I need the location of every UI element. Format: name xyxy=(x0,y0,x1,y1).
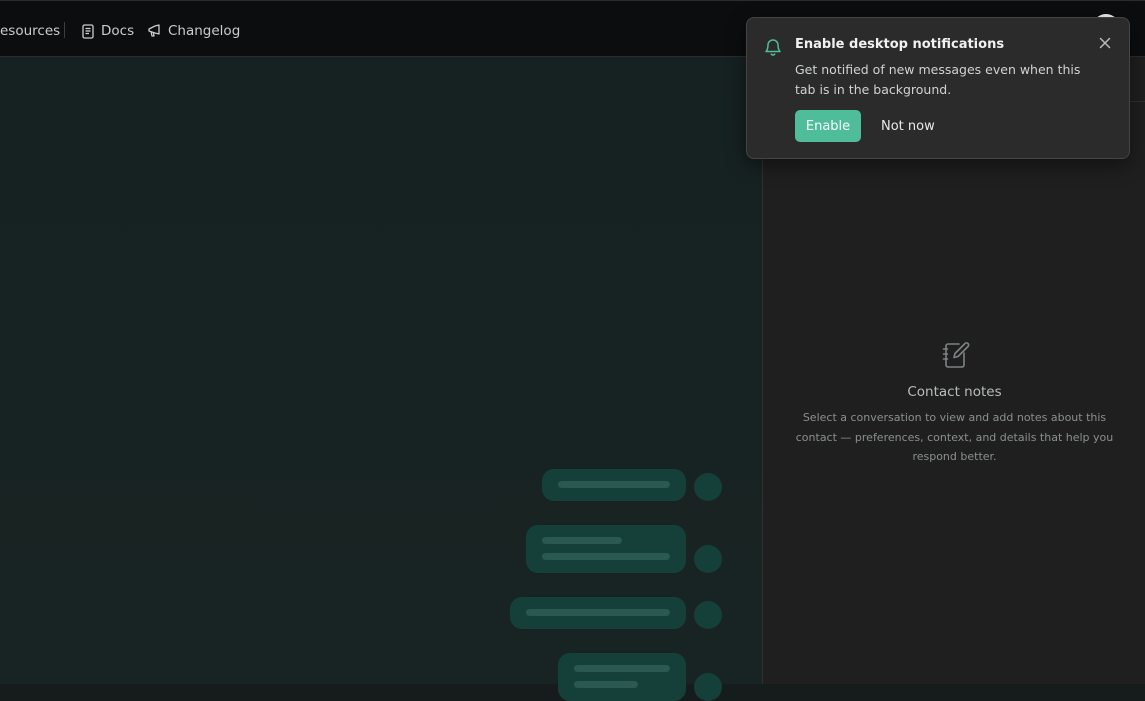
nav-resources-label: esources xyxy=(0,23,61,39)
avatar-placeholder xyxy=(694,473,722,501)
notification-title: Enable desktop notifications xyxy=(795,37,1005,52)
nav-changelog-link[interactable]: Changelog xyxy=(147,21,240,41)
nav-resources-link[interactable]: esources xyxy=(0,21,60,41)
nav-divider xyxy=(64,22,65,38)
nav-changelog-label: Changelog xyxy=(168,23,241,39)
message-placeholder xyxy=(542,469,686,501)
notebook-pen-icon xyxy=(942,342,969,368)
notes-empty-state: Contact notes Select a conversation to v… xyxy=(763,340,1145,467)
avatar-placeholder xyxy=(694,545,722,573)
close-icon[interactable] xyxy=(1097,35,1113,51)
enable-notifications-button[interactable]: Enable xyxy=(795,110,861,142)
message-placeholder xyxy=(558,653,686,701)
notes-empty-title: Contact notes xyxy=(907,384,1002,400)
megaphone-icon xyxy=(148,24,160,37)
notification-prompt: Enable desktop notifications Get notifie… xyxy=(746,17,1130,159)
notification-description: Get notified of new messages even when t… xyxy=(795,62,1081,97)
nav-docs-link[interactable]: Docs xyxy=(81,21,134,41)
message-placeholder xyxy=(526,525,686,573)
message-placeholder xyxy=(510,597,686,629)
avatar-placeholder xyxy=(694,601,722,629)
nav-docs-label: Docs xyxy=(101,23,135,39)
bell-icon xyxy=(765,39,781,56)
notes-empty-description: Select a conversation to view and add no… xyxy=(795,411,1114,463)
avatar-placeholder xyxy=(694,673,722,701)
not-now-button[interactable]: Not now xyxy=(871,110,945,142)
book-icon xyxy=(82,23,94,39)
chat-area xyxy=(0,57,762,701)
